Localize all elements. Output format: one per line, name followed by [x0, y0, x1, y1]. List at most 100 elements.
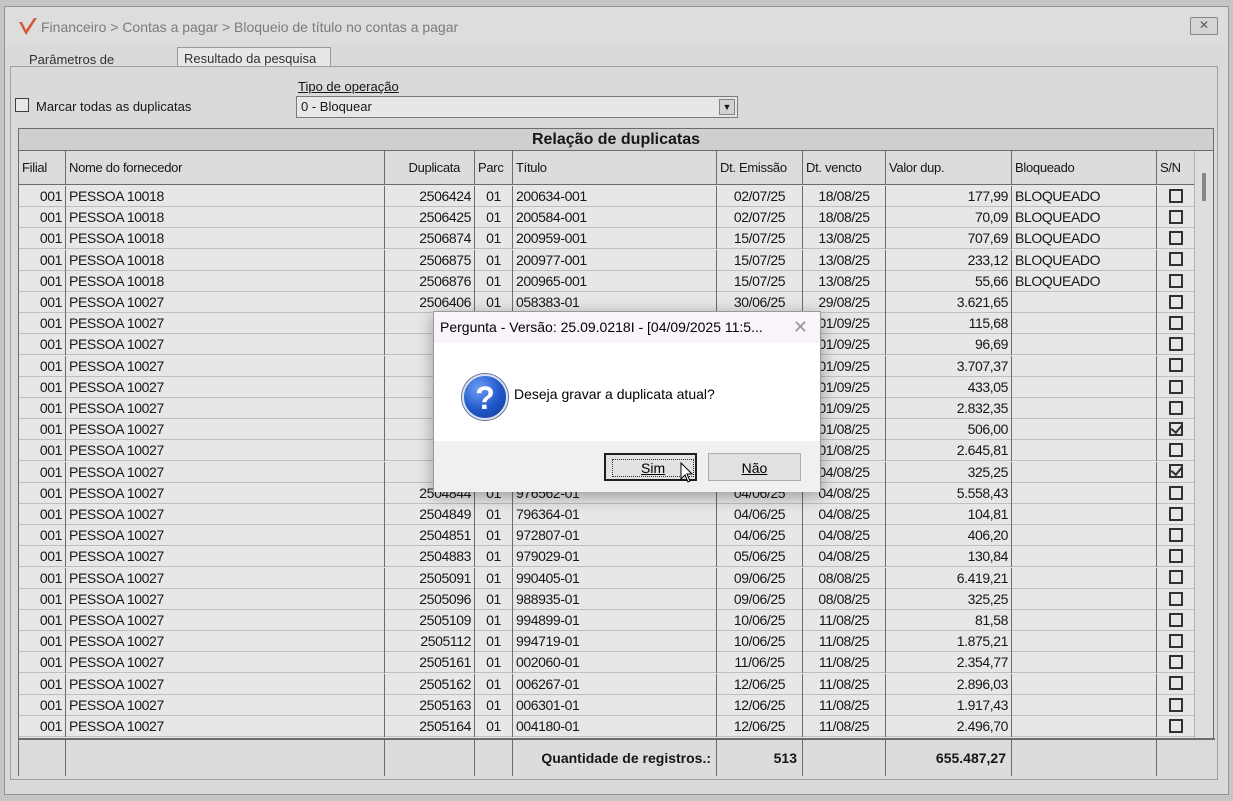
- mark-all-label: Marcar todas as duplicatas: [36, 99, 192, 114]
- table-row[interactable]: 001 PESSOA 10027 2504851 01 972807-01 04/06/2…: [19, 525, 1195, 547]
- mark-all-checkbox[interactable]: [15, 98, 29, 112]
- cell-nome: PESSOA 10027: [66, 461, 385, 483]
- cell-valor: 2.832,35: [886, 398, 1012, 419]
- cell-bloqueado: [1012, 652, 1157, 674]
- cell-parc: 01: [475, 588, 513, 610]
- row-select-checkbox[interactable]: [1168, 697, 1183, 712]
- cell-filial: 001: [19, 249, 66, 271]
- dropdown-arrow-icon[interactable]: ▼: [719, 99, 735, 115]
- table-row[interactable]: 001 PESSOA 10018 2506875 01 200977-001 15/07/…: [19, 249, 1195, 271]
- app-logo-icon: [19, 18, 37, 35]
- row-select-checkbox[interactable]: [1168, 464, 1183, 479]
- row-select-checkbox[interactable]: [1168, 337, 1183, 352]
- col-header-parc[interactable]: Parc: [475, 151, 513, 185]
- row-select-checkbox[interactable]: [1168, 315, 1183, 330]
- col-header-titulo[interactable]: Título: [513, 151, 717, 185]
- row-select-checkbox[interactable]: [1168, 209, 1183, 224]
- table-row[interactable]: 001 PESSOA 10018 2506424 01 200634-001 02/07/…: [19, 186, 1195, 207]
- row-select-checkbox[interactable]: [1168, 549, 1183, 564]
- table-row[interactable]: 001 PESSOA 10018 2506425 01 200584-001 02/07/…: [19, 207, 1195, 229]
- cell-vencto: 18/08/25: [803, 207, 886, 229]
- footer-cell-empty: [803, 740, 886, 776]
- row-select-checkbox[interactable]: [1168, 612, 1183, 627]
- dialog-title-text: Pergunta - Versão: 25.09.0218I - [04/09/…: [440, 319, 763, 335]
- row-select-checkbox[interactable]: [1168, 231, 1183, 246]
- row-select-checkbox[interactable]: [1168, 633, 1183, 648]
- cell-duplicata: 2506406: [385, 292, 475, 313]
- grid-header: Filial Nome do fornecedor Duplicata Parc…: [19, 151, 1195, 185]
- table-row[interactable]: 001 PESSOA 10027 2505109 01 994899-01 10/06/2…: [19, 610, 1195, 631]
- cell-valor: 115,68: [886, 313, 1012, 335]
- cell-emissao: 02/07/25: [717, 186, 803, 207]
- row-select-checkbox[interactable]: [1168, 294, 1183, 309]
- row-select-checkbox[interactable]: [1168, 527, 1183, 542]
- row-select-checkbox[interactable]: [1168, 188, 1183, 203]
- cell-emissao: 12/06/25: [717, 673, 803, 695]
- cell-filial: 001: [19, 610, 66, 631]
- row-select-checkbox[interactable]: [1168, 443, 1183, 458]
- dialog-close-icon[interactable]: ✕: [793, 318, 808, 336]
- cell-parc: 01: [475, 292, 513, 313]
- row-select-checkbox[interactable]: [1168, 273, 1183, 288]
- scrollbar-thumb[interactable]: [1202, 173, 1206, 201]
- table-row[interactable]: 001 PESSOA 10027 2504849 01 796364-01 04/06/2…: [19, 504, 1195, 525]
- col-header-emissao[interactable]: Dt. Emissão: [717, 151, 803, 185]
- col-header-duplicata[interactable]: Duplicata: [385, 151, 475, 185]
- cell-emissao: 15/07/25: [717, 228, 803, 250]
- operation-type-select[interactable]: 0 - Bloquear ▼: [296, 96, 738, 118]
- row-select-checkbox[interactable]: [1168, 570, 1183, 585]
- cell-parc: 01: [475, 610, 513, 631]
- footer-cell-empty: [475, 740, 513, 776]
- col-header-vencto[interactable]: Dt. vencto: [803, 151, 886, 185]
- row-select-checkbox[interactable]: [1168, 379, 1183, 394]
- row-select-checkbox[interactable]: [1168, 485, 1183, 500]
- table-row[interactable]: 001 PESSOA 10027 2505112 01 994719-01 10/06/2…: [19, 631, 1195, 653]
- table-row[interactable]: 001 PESSOA 10018 2506876 01 200965-001 15/07/…: [19, 270, 1195, 292]
- col-header-filial[interactable]: Filial: [19, 151, 66, 185]
- cell-vencto: 08/08/25: [803, 588, 886, 610]
- table-row[interactable]: 001 PESSOA 10027 2505161 01 002060-01 11/06/2…: [19, 652, 1195, 674]
- cell-sn: [1157, 588, 1195, 610]
- table-row[interactable]: 001 PESSOA 10027 2505091 01 990405-01 09/06/2…: [19, 567, 1195, 589]
- cell-titulo: 994719-01: [513, 631, 717, 653]
- row-select-checkbox[interactable]: [1168, 655, 1183, 670]
- cell-parc: 01: [475, 228, 513, 250]
- table-row[interactable]: 001 PESSOA 10027 2505162 01 006267-01 12/06/2…: [19, 673, 1195, 695]
- cell-parc: 01: [475, 270, 513, 292]
- row-select-checkbox[interactable]: [1168, 421, 1183, 436]
- grid-vertical-scrollbar[interactable]: [1194, 151, 1213, 739]
- cell-valor: 1.875,21: [886, 631, 1012, 653]
- row-select-checkbox[interactable]: [1168, 506, 1183, 521]
- cell-duplicata: 2505162: [385, 673, 475, 695]
- row-select-checkbox[interactable]: [1168, 252, 1183, 267]
- col-header-valor[interactable]: Valor dup.: [886, 151, 1012, 185]
- cell-emissao: 09/06/25: [717, 567, 803, 589]
- cell-bloqueado: [1012, 504, 1157, 525]
- table-row[interactable]: 001 PESSOA 10027 2504883 01 979029-01 05/06/2…: [19, 546, 1195, 568]
- window-close-button[interactable]: ✕: [1190, 17, 1218, 35]
- cell-sn: [1157, 694, 1195, 716]
- cell-bloqueado: [1012, 440, 1157, 462]
- cell-duplicata: 2506874: [385, 228, 475, 250]
- col-header-bloqueado[interactable]: Bloqueado: [1012, 151, 1157, 185]
- col-header-sn[interactable]: S/N: [1157, 151, 1195, 185]
- row-select-checkbox[interactable]: [1168, 400, 1183, 415]
- col-header-nome[interactable]: Nome do fornecedor: [66, 151, 385, 185]
- cell-filial: 001: [19, 504, 66, 525]
- cell-sn: [1157, 334, 1195, 356]
- table-row[interactable]: 001 PESSOA 10027 2505164 01 004180-01 12/06/2…: [19, 716, 1195, 737]
- cell-sn: [1157, 376, 1195, 398]
- row-select-checkbox[interactable]: [1168, 718, 1183, 733]
- cell-sn: [1157, 355, 1195, 377]
- no-button[interactable]: Não: [708, 453, 801, 481]
- row-select-checkbox[interactable]: [1168, 591, 1183, 606]
- table-row[interactable]: 001 PESSOA 10027 2506406 01 058383-01 30/06/2…: [19, 292, 1195, 313]
- cell-filial: 001: [19, 228, 66, 250]
- row-select-checkbox[interactable]: [1168, 676, 1183, 691]
- cell-bloqueado: [1012, 355, 1157, 377]
- cell-filial: 001: [19, 567, 66, 589]
- table-row[interactable]: 001 PESSOA 10027 2505163 01 006301-01 12/06/2…: [19, 694, 1195, 716]
- table-row[interactable]: 001 PESSOA 10018 2506874 01 200959-001 15/07/…: [19, 228, 1195, 250]
- table-row[interactable]: 001 PESSOA 10027 2505096 01 988935-01 09/06/2…: [19, 588, 1195, 610]
- row-select-checkbox[interactable]: [1168, 358, 1183, 373]
